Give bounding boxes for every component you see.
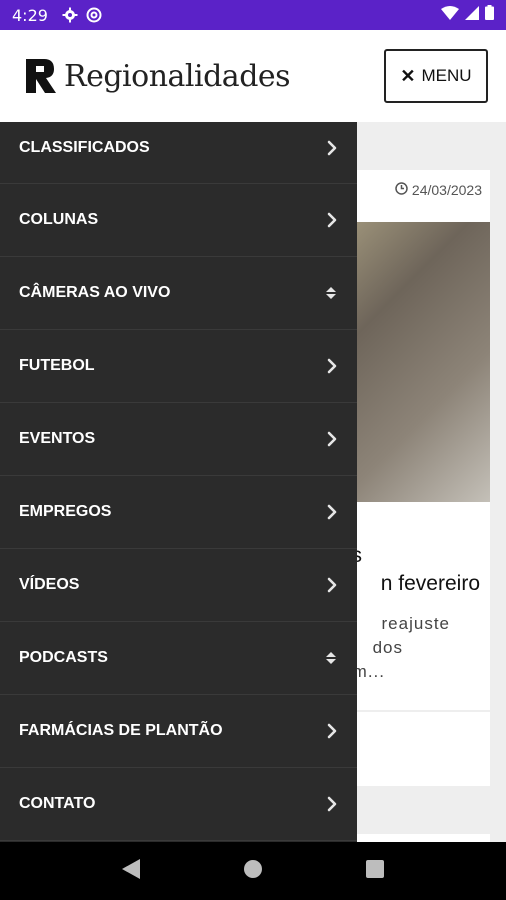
- chevron-right-icon[interactable]: [327, 723, 337, 739]
- chevron-right-icon[interactable]: [327, 504, 337, 520]
- close-icon: ✕: [400, 65, 416, 86]
- drawer-item-label: EVENTOS: [19, 430, 96, 447]
- drawer-item-empregos[interactable]: EMPREGOS: [0, 476, 357, 549]
- battery-icon: [485, 5, 494, 25]
- chevron-right-icon[interactable]: [327, 358, 337, 374]
- home-icon[interactable]: [243, 859, 263, 884]
- gear-icon: [62, 7, 78, 23]
- drawer-item-label: PODCASTS: [19, 649, 108, 666]
- post-date-text: 24/03/2023: [411, 182, 482, 198]
- site-header: Regionalidades ✕ MENU: [0, 30, 506, 122]
- drawer-item-label: VÍDEOS: [19, 576, 80, 593]
- drawer-item-farmacias-de-plantao[interactable]: FARMÁCIAS DE PLANTÃO: [0, 695, 357, 768]
- drawer-item-label: EMPREGOS: [19, 503, 112, 520]
- drawer-item-label: FARMÁCIAS DE PLANTÃO: [19, 722, 223, 739]
- drawer-item-label: FUTEBOL: [19, 357, 95, 374]
- drawer-item-futebol[interactable]: FUTEBOL: [0, 330, 357, 403]
- sort-icon[interactable]: [325, 650, 337, 666]
- brand-logo[interactable]: Regionalidades: [26, 58, 291, 94]
- drawer-item-podcasts[interactable]: PODCASTS: [0, 622, 357, 695]
- drawer-item-cameras-ao-vivo[interactable]: CÂMERAS AO VIVO: [0, 257, 357, 330]
- wifi-icon: [441, 5, 459, 25]
- logo-icon: [26, 59, 56, 93]
- at-icon: [86, 7, 102, 23]
- drawer-item-label: CONTATO: [19, 795, 96, 812]
- drawer-item-label: COLUNAS: [19, 211, 99, 228]
- drawer-item-label: CÂMERAS AO VIVO: [19, 284, 171, 301]
- status-time: 4:29: [12, 5, 48, 25]
- sort-icon[interactable]: [325, 285, 337, 301]
- drawer-item-classificados[interactable]: CLASSIFICADOS: [0, 122, 357, 184]
- drawer-item-eventos[interactable]: EVENTOS: [0, 403, 357, 476]
- nav-drawer: CLASSIFICADOS COLUNAS CÂMERAS AO VIVO FUTEB…: [0, 122, 357, 842]
- chevron-right-icon[interactable]: [327, 431, 337, 447]
- status-bar: 4:29: [0, 0, 506, 30]
- brand-name: Regionalidades: [64, 58, 291, 94]
- drawer-item-videos[interactable]: VÍDEOS: [0, 549, 357, 622]
- recents-icon[interactable]: [366, 859, 385, 883]
- post-date: 24/03/2023: [395, 182, 482, 198]
- app-screen: 4:29 Regionalidades ✕ MENU 24/03/2023 n …: [0, 0, 506, 900]
- chevron-right-icon[interactable]: [327, 140, 337, 156]
- chevron-right-icon[interactable]: [327, 796, 337, 812]
- drawer-item-label: CLASSIFICADOS: [19, 138, 150, 156]
- back-icon[interactable]: [121, 858, 140, 884]
- chevron-right-icon[interactable]: [327, 577, 337, 593]
- drawer-item-colunas[interactable]: COLUNAS: [0, 184, 357, 257]
- clock-icon: [395, 182, 408, 198]
- system-nav-bar: [0, 842, 506, 900]
- menu-button-label: MENU: [421, 66, 472, 85]
- drawer-item-contato[interactable]: CONTATO: [0, 768, 357, 841]
- menu-close-button[interactable]: ✕ MENU: [384, 49, 488, 103]
- signal-icon: [465, 5, 479, 25]
- chevron-right-icon[interactable]: [327, 212, 337, 228]
